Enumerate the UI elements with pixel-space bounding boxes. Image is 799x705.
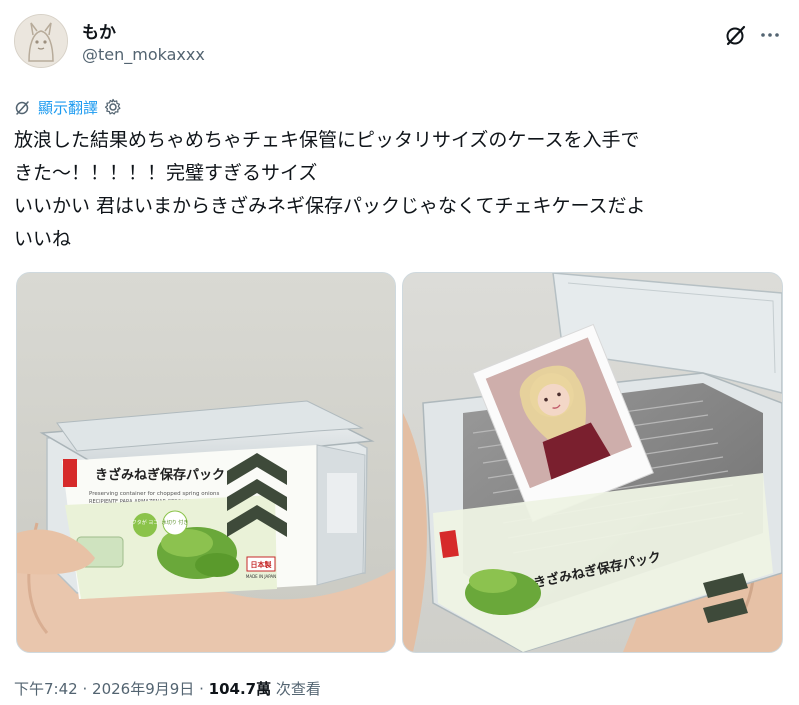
tweet-photo-container-box[interactable]: きざみねぎ保存パック Preserving container for chop… — [16, 272, 396, 653]
gear-icon[interactable] — [104, 98, 122, 116]
more-dots-icon[interactable] — [757, 22, 783, 48]
meta-separator: · — [82, 680, 88, 698]
package-subtitle: Preserving container for chopped spring … — [89, 491, 219, 497]
tweet-line: きた〜！！！！！完璧すぎるサイズ — [14, 162, 318, 184]
tweet-text: 放浪した結果めちゃめちゃチェキ保管にピッタリサイズのケースを入手で きた〜！！！… — [14, 124, 784, 256]
tweet-meta: 下午7:42 · 2026年9月9日 · 104.7萬 次查看 — [14, 678, 321, 699]
avatar[interactable] — [14, 14, 68, 68]
made-in-label: 日本製 — [251, 560, 272, 569]
tweet-line: いいかい 君はいまからきざみネギ保存パックじゃなくてチェキケースだよ — [14, 195, 646, 217]
badge-1: フタが ヨコ — [132, 519, 159, 526]
avatar-illustration — [15, 15, 67, 67]
user-handle[interactable]: @ten_mokaxxx — [82, 45, 205, 64]
made-in-en-label: MADE IN JAPAN — [246, 574, 276, 579]
package-title: きざみねぎ保存パック — [95, 467, 225, 483]
tweet-time[interactable]: 下午7:42 — [14, 680, 78, 698]
translate-icon — [14, 98, 32, 116]
views-label: 次查看 — [275, 680, 321, 698]
show-translation-link[interactable]: 顯示翻譯 — [38, 97, 98, 118]
display-name[interactable]: もか — [82, 18, 116, 43]
tweet-photo-cheki-case[interactable]: きざみねぎ保存パック — [402, 272, 783, 653]
meta-separator: · — [199, 680, 204, 698]
grok-slash-icon[interactable] — [723, 22, 749, 48]
translate-row: 顯示翻譯 — [14, 96, 122, 118]
tweet-line: いいね — [14, 228, 72, 250]
tweet-line: 放浪した結果めちゃめちゃチェキ保管にピッタリサイズのケースを入手で — [14, 129, 640, 151]
tweet-date[interactable]: 2026年9月9日 — [92, 680, 194, 698]
views-count: 104.7萬 — [208, 680, 272, 698]
tweet-header: もか @ten_mokaxxx — [14, 12, 785, 72]
badge-2: 水切り 付き — [162, 519, 189, 526]
